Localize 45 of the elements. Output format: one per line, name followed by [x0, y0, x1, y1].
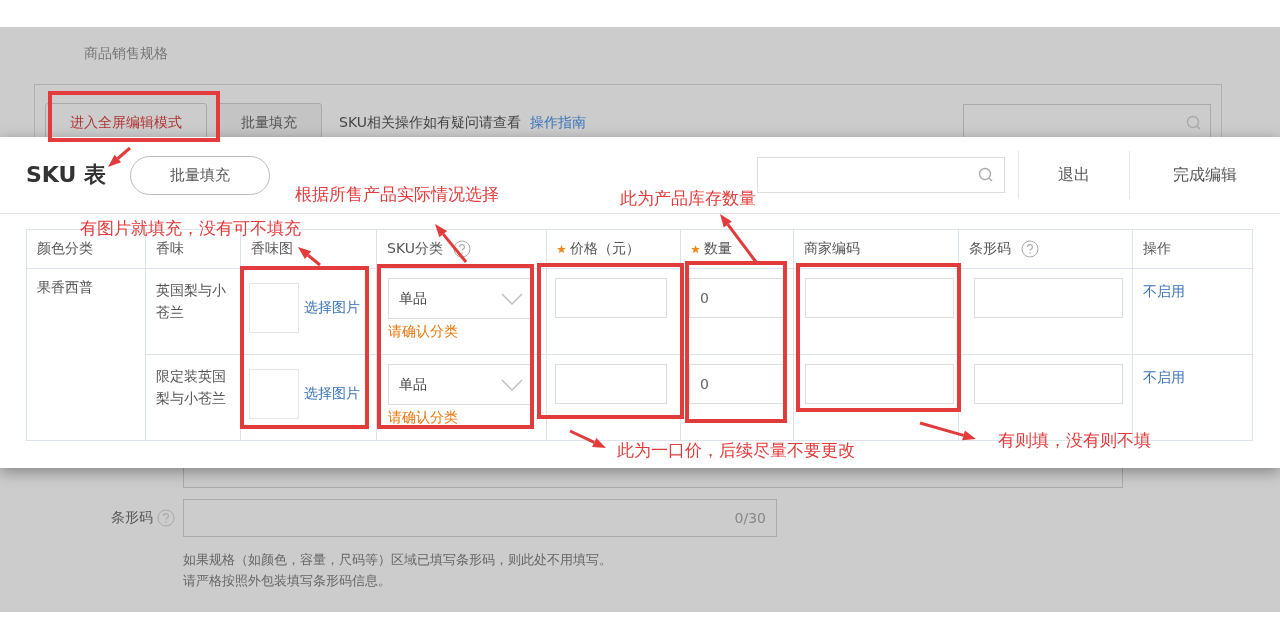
- merchant-code-input[interactable]: [805, 278, 954, 318]
- panel-title: SKU 表: [26, 161, 107, 189]
- annotation-arrow: [298, 247, 321, 267]
- barcode-input[interactable]: [974, 278, 1123, 318]
- image-slot[interactable]: [249, 283, 299, 333]
- annotation-arrow: [569, 429, 606, 448]
- annotation-text: 此为产品库存数量: [620, 187, 756, 209]
- chevron-down-icon: [501, 378, 523, 391]
- guide-link[interactable]: 操作指南: [529, 114, 586, 132]
- hint-text: 如果规格（如颜色，容量，尺码等）区域已填写条形码，则此处不用填写。: [183, 551, 613, 569]
- price-input[interactable]: [555, 364, 667, 404]
- bulk-fill-button[interactable]: 批量填充: [130, 155, 271, 195]
- help-text: SKU相关操作如有疑问请查看: [339, 114, 521, 132]
- disable-link[interactable]: 不启用: [1143, 283, 1185, 299]
- table-cell: 果香西普: [26, 268, 146, 441]
- select-image-link[interactable]: 选择图片: [304, 385, 360, 403]
- quantity-input[interactable]: 0: [689, 364, 784, 404]
- help-icon: [452, 240, 471, 258]
- field-label: 条形码: [111, 509, 153, 527]
- merchant-code-input[interactable]: [805, 364, 954, 404]
- annotation-text: 有则填，没有则不填: [998, 429, 1151, 451]
- warning-text: 请确认分类: [388, 323, 459, 341]
- barcode-input[interactable]: [974, 364, 1123, 404]
- help-icon: [1021, 240, 1039, 258]
- exit-button[interactable]: 退出: [1019, 155, 1129, 195]
- help-icon: [157, 509, 175, 527]
- search-icon: [1186, 115, 1202, 131]
- annotation-text: 此为一口价，后续尽量不要更改: [617, 439, 855, 461]
- price-input[interactable]: [555, 278, 667, 318]
- annotation-text: 根据所售产品实际情况选择: [295, 183, 499, 205]
- disable-link[interactable]: 不启用: [1143, 369, 1185, 385]
- done-button[interactable]: 完成编辑: [1130, 155, 1280, 195]
- select-image-link[interactable]: 选择图片: [304, 299, 360, 317]
- image-slot[interactable]: [249, 369, 299, 419]
- chevron-down-icon: [501, 292, 523, 305]
- annotation-arrow: [919, 421, 976, 441]
- column-header: 操作: [1132, 229, 1253, 269]
- search-icon: [978, 167, 994, 183]
- column-header: 条形码: [958, 229, 1133, 269]
- quantity-input[interactable]: 0: [689, 278, 784, 318]
- char-counter: 0/30: [734, 510, 766, 526]
- annotation-arrow: [108, 146, 131, 167]
- section-title: 商品销售规格: [83, 44, 169, 63]
- hint-text: 请严格按照外包装填写条形码信息。: [183, 572, 392, 590]
- warning-text: 请确认分类: [388, 409, 459, 427]
